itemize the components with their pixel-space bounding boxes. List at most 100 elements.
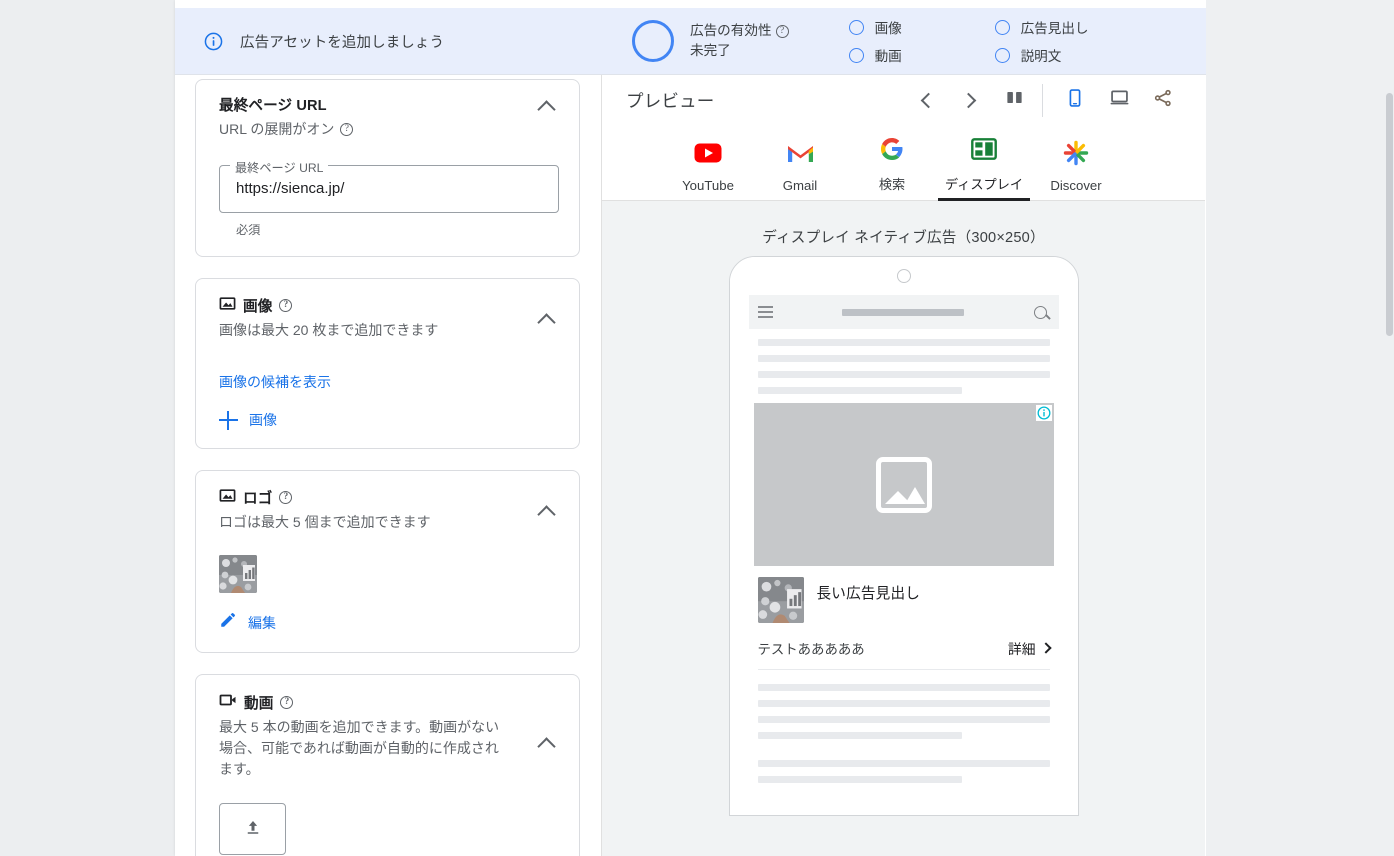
skeleton-line bbox=[757, 371, 1050, 378]
device-screen: 長い広告見出し テストあああああ 詳細 bbox=[748, 295, 1059, 815]
help-icon[interactable]: ? bbox=[775, 24, 789, 38]
card-title-row: ロゴ ? bbox=[219, 487, 515, 508]
preview-controls bbox=[904, 80, 1185, 120]
mobile-view-button[interactable] bbox=[1053, 80, 1097, 120]
help-icon[interactable]: ? bbox=[280, 695, 294, 709]
skeleton-line bbox=[757, 760, 1050, 767]
mock-site-title-placeholder bbox=[842, 308, 964, 316]
share-preview-button[interactable] bbox=[1141, 80, 1185, 120]
checklist-label: 説明文 bbox=[1020, 49, 1062, 64]
youtube-icon bbox=[694, 139, 722, 167]
final-url-input[interactable] bbox=[234, 179, 544, 199]
ad-cta-label: 詳細 bbox=[1007, 642, 1036, 657]
help-icon[interactable]: ? bbox=[340, 122, 354, 136]
tab-youtube[interactable]: YouTube bbox=[662, 139, 754, 200]
card-title: 最終ページ URL bbox=[219, 98, 327, 114]
editor-body: 最終ページ URL URL の展開がオン ? 最終ページ URL https:/… bbox=[175, 75, 1206, 856]
ad-headline-row: 長い広告見出し bbox=[757, 577, 1050, 623]
mock-site-navbar bbox=[748, 295, 1059, 329]
checklist-item-descriptions[interactable]: 説明文 bbox=[994, 45, 1141, 65]
pencil-icon bbox=[219, 611, 237, 634]
skeleton-line bbox=[757, 387, 962, 394]
skeleton-line bbox=[757, 732, 962, 739]
plus-icon bbox=[219, 410, 238, 430]
checklist-label: 広告見出し bbox=[1020, 21, 1089, 36]
final-url-required-hint: 必須 bbox=[236, 222, 261, 237]
collapse-toggle-videos[interactable] bbox=[533, 731, 559, 757]
upload-video-button[interactable] bbox=[219, 803, 286, 856]
mock-content-above bbox=[749, 329, 1059, 394]
ad-cta-button[interactable]: 詳細 bbox=[1007, 638, 1052, 658]
tab-search[interactable]: 検索 bbox=[846, 135, 938, 200]
asset-form-column: 最終ページ URL URL の展開がオン ? 最終ページ URL https:/… bbox=[175, 75, 602, 856]
chevron-right-icon bbox=[1039, 642, 1052, 654]
checklist-item-images[interactable]: 画像 bbox=[848, 17, 995, 37]
prev-preview-button[interactable] bbox=[904, 80, 948, 120]
show-image-suggestions-link[interactable]: 画像の候補を表示 bbox=[219, 372, 331, 392]
chevron-up-icon bbox=[536, 737, 556, 756]
camera-circle-icon bbox=[896, 269, 911, 283]
skeleton-line bbox=[757, 339, 1050, 346]
skeleton-line bbox=[757, 684, 1050, 691]
info-circle-icon bbox=[204, 32, 223, 51]
hamburger-icon[interactable] bbox=[757, 303, 773, 322]
collapse-toggle-final-url[interactable] bbox=[533, 94, 559, 120]
ad-strength-ring bbox=[632, 20, 674, 62]
preview-header: プレビュー bbox=[602, 75, 1205, 125]
device-notch bbox=[729, 257, 1078, 295]
desktop-view-button[interactable] bbox=[1097, 80, 1141, 120]
tab-gmail[interactable]: Gmail bbox=[754, 139, 846, 200]
google-g-icon bbox=[880, 135, 904, 163]
next-preview-button[interactable] bbox=[948, 80, 992, 120]
checklist-item-headlines[interactable]: 広告見出し bbox=[994, 17, 1141, 37]
card-title: 画像 bbox=[243, 298, 273, 315]
preview-title: プレビュー bbox=[626, 90, 715, 111]
banner-message: 広告アセットを追加しましょう bbox=[240, 34, 445, 51]
page-scrollbar[interactable] bbox=[1385, 75, 1394, 856]
add-image-button[interactable]: 画像 bbox=[219, 410, 559, 430]
ad-native-body: 長い広告見出し テストあああああ 詳細 bbox=[749, 566, 1059, 670]
tab-label: Gmail bbox=[782, 178, 818, 193]
edit-logo-button[interactable]: 編集 bbox=[219, 611, 559, 634]
tab-label: 検索 bbox=[878, 177, 906, 192]
chevron-up-icon bbox=[536, 313, 556, 332]
scrollbar-thumb[interactable] bbox=[1386, 93, 1393, 336]
unchecked-circle-icon bbox=[994, 19, 1010, 35]
logo-thumbnail[interactable] bbox=[219, 555, 257, 594]
banner-message-group: 広告アセットを追加しましょう bbox=[204, 31, 604, 52]
card-subtitle-row: URL の展開がオン ? bbox=[219, 119, 515, 140]
magnifier-icon[interactable] bbox=[1033, 305, 1047, 319]
final-url-field-box[interactable]: 最終ページ URL bbox=[219, 157, 559, 213]
checklist-item-videos[interactable]: 動画 bbox=[848, 45, 995, 65]
help-icon[interactable]: ? bbox=[279, 298, 293, 312]
toolbar-divider bbox=[1042, 83, 1043, 117]
split-view-button[interactable] bbox=[992, 80, 1036, 120]
card-title-row: 動画 ? bbox=[219, 691, 515, 713]
card-logos: ロゴ ? ロゴは最大 5 個まで追加できます 編集 bbox=[195, 470, 580, 654]
ad-strength-title: 広告の有効性 bbox=[690, 23, 772, 39]
add-image-label: 画像 bbox=[249, 412, 277, 429]
split-columns-icon bbox=[1005, 88, 1024, 112]
unchecked-circle-icon bbox=[848, 47, 864, 63]
ad-strength-title-row: 広告の有効性 ? bbox=[690, 21, 789, 41]
mobile-icon bbox=[1065, 88, 1085, 113]
ad-strength-banner: 広告アセットを追加しましょう 広告の有効性 ? 未完了 画像 動画 広告見出し … bbox=[175, 8, 1206, 75]
discover-icon bbox=[1063, 139, 1089, 167]
preview-column: プレビュー YouTube Gmail 検索 ディスプレイ Discover デ… bbox=[602, 75, 1205, 856]
edit-logo-label: 編集 bbox=[248, 614, 276, 631]
adchoices-info-icon[interactable] bbox=[1035, 405, 1052, 421]
collapse-toggle-images[interactable] bbox=[533, 307, 559, 333]
checklist-column-1: 画像 動画 bbox=[848, 17, 995, 65]
card-title-row: 最終ページ URL bbox=[219, 94, 515, 115]
chevron-right-icon bbox=[960, 92, 976, 108]
tab-discover[interactable]: Discover bbox=[1030, 139, 1122, 200]
help-icon[interactable]: ? bbox=[279, 491, 293, 505]
preview-format-caption: ディスプレイ ネイティブ広告（300×250） bbox=[762, 230, 1045, 246]
collapse-toggle-logos[interactable] bbox=[533, 499, 559, 525]
right-page-gutter bbox=[1206, 0, 1394, 856]
card-title: ロゴ bbox=[243, 491, 273, 508]
final-url-field-wrap: 最終ページ URL 必須 bbox=[219, 157, 559, 238]
tab-display[interactable]: ディスプレイ bbox=[938, 135, 1030, 201]
upload-icon bbox=[244, 818, 262, 841]
ad-strength-indicator: 広告の有効性 ? 未完了 bbox=[632, 20, 789, 62]
